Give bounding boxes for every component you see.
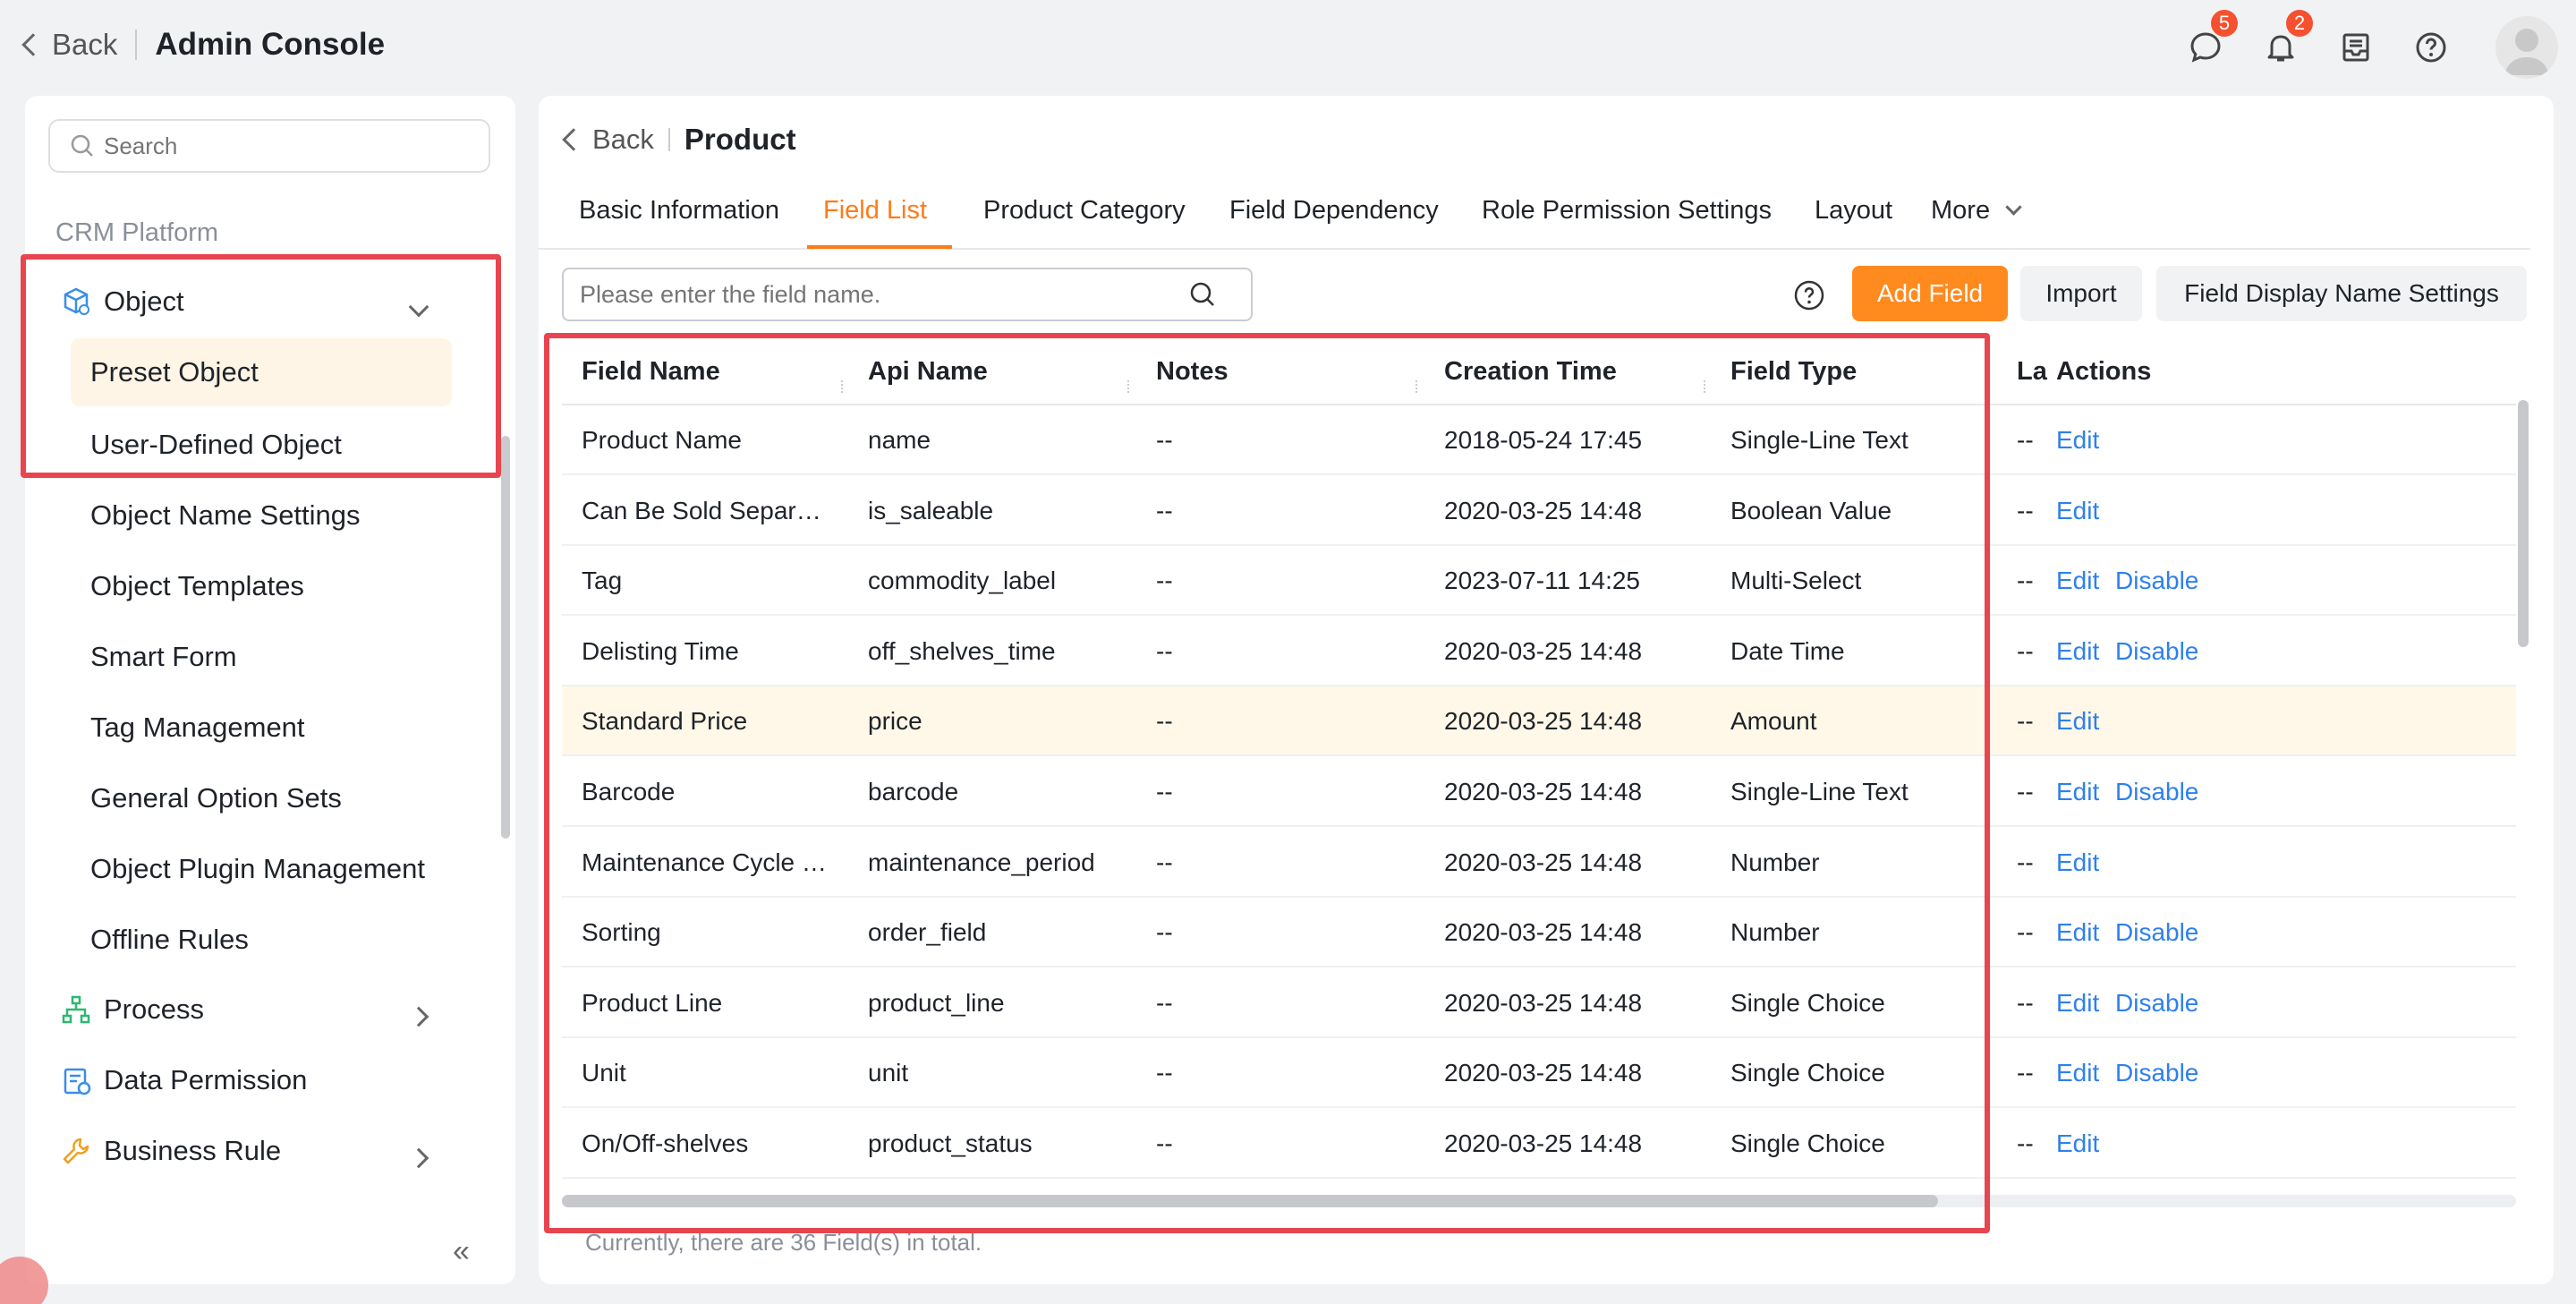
inbox-button[interactable] <box>2336 28 2376 67</box>
edit-link[interactable]: Edit <box>2056 567 2099 595</box>
cell-la: -- <box>2017 1059 2034 1087</box>
sidebar-item-object-templates[interactable]: Object Templates <box>90 570 304 602</box>
tab-bar: Basic Information Field List Product Cat… <box>539 180 2530 250</box>
section-label: CRM Platform <box>55 218 219 247</box>
sidebar-item-process[interactable]: Process <box>61 993 490 1027</box>
tab-basic-information[interactable]: Basic Information <box>579 196 779 226</box>
app-title: Admin Console <box>155 27 386 62</box>
sidebar-item-object-name-settings[interactable]: Object Name Settings <box>90 499 361 532</box>
header-back-label: Back <box>52 28 118 61</box>
cell-la: -- <box>2017 1129 2034 1157</box>
import-button[interactable]: Import <box>2020 266 2142 321</box>
disable-link[interactable]: Disable <box>2115 1059 2198 1087</box>
sidebar-item-label: Process <box>104 993 204 1025</box>
cell-la: -- <box>2017 426 2034 454</box>
sidebar-item-label: Data Permission <box>104 1064 308 1095</box>
header-icons: 5 2 <box>2186 10 2576 79</box>
notification-button[interactable]: 2 <box>2261 10 2313 67</box>
process-icon <box>62 995 90 1024</box>
column-header-la[interactable]: La <box>2017 357 2047 387</box>
disable-link[interactable]: Disable <box>2115 918 2198 947</box>
edit-link[interactable]: Edit <box>2056 1129 2099 1158</box>
edit-link[interactable]: Edit <box>2056 637 2099 666</box>
sidebar-item-general-option-sets[interactable]: General Option Sets <box>90 782 342 814</box>
disable-link[interactable]: Disable <box>2115 989 2198 1018</box>
header-back-link[interactable]: Back Admin Console <box>21 27 386 63</box>
tab-field-list[interactable]: Field List <box>823 196 927 226</box>
sidebar-item-smart-form[interactable]: Smart Form <box>90 641 237 673</box>
sidebar-search[interactable] <box>48 119 490 173</box>
tab-field-dependency[interactable]: Field Dependency <box>1229 196 1439 226</box>
annotation-box-table <box>544 333 1990 1233</box>
field-search[interactable] <box>562 268 1253 321</box>
field-search-input[interactable] <box>580 280 1188 309</box>
cell-la: -- <box>2017 848 2034 876</box>
disable-link[interactable]: Disable <box>2115 778 2198 806</box>
search-icon[interactable] <box>1188 280 1217 309</box>
chevron-down-icon <box>2005 199 2022 216</box>
disable-link[interactable]: Disable <box>2115 567 2198 595</box>
sidebar-item-object-plugin-management[interactable]: Object Plugin Management <box>90 853 425 885</box>
tab-more-label: More <box>1931 196 1991 225</box>
cell-la: -- <box>2017 918 2034 947</box>
business-rule-icon <box>63 1138 89 1164</box>
search-icon <box>71 134 93 157</box>
tab-more[interactable]: More <box>1931 196 2022 226</box>
notification-count-badge: 2 <box>2286 10 2313 37</box>
chevron-left-icon <box>21 33 45 56</box>
chevron-left-icon <box>562 128 585 151</box>
page-title: Product <box>684 123 796 156</box>
cell-la: -- <box>2017 636 2034 665</box>
collapse-icon[interactable]: « <box>453 1234 470 1269</box>
active-tab-indicator <box>807 245 952 249</box>
chevron-right-icon <box>408 999 429 1031</box>
edit-link[interactable]: Edit <box>2056 848 2099 877</box>
avatar[interactable] <box>2495 16 2558 79</box>
edit-link[interactable]: Edit <box>2056 778 2099 806</box>
sidebar-item-data-permission[interactable]: Data Permission <box>61 1064 490 1096</box>
data-permission-icon <box>64 1068 91 1095</box>
column-header-actions: Actions <box>2056 357 2152 386</box>
help-button[interactable] <box>2411 28 2451 67</box>
breadcrumb: Back Product <box>562 123 796 157</box>
cell-la: -- <box>2017 567 2034 595</box>
edit-link[interactable]: Edit <box>2056 497 2099 525</box>
inbox-icon <box>2342 33 2369 62</box>
message-count-badge: 5 <box>2211 10 2238 37</box>
user-avatar-icon <box>2504 29 2549 75</box>
sidebar-item-offline-rules[interactable]: Offline Rules <box>90 924 249 956</box>
annotation-box-sidebar <box>21 254 501 478</box>
breadcrumb-divider <box>667 128 670 151</box>
help-icon <box>2416 32 2446 63</box>
sidebar-item-tag-management[interactable]: Tag Management <box>90 712 305 744</box>
breadcrumb-back-link[interactable]: Back <box>592 124 654 156</box>
sidebar-scrollbar[interactable] <box>501 436 510 839</box>
edit-link[interactable]: Edit <box>2056 1059 2099 1087</box>
top-bar: Back Admin Console 5 2 <box>0 0 2576 93</box>
message-button[interactable]: 5 <box>2186 10 2238 67</box>
sidebar-search-input[interactable] <box>104 132 462 160</box>
tab-product-category[interactable]: Product Category <box>983 196 1186 226</box>
table-vertical-scrollbar[interactable] <box>2518 400 2529 647</box>
field-display-name-settings-button[interactable]: Field Display Name Settings <box>2156 266 2527 321</box>
tab-role-permission-settings[interactable]: Role Permission Settings <box>1482 196 1772 226</box>
cell-la: -- <box>2017 707 2034 736</box>
edit-link[interactable]: Edit <box>2056 426 2099 455</box>
edit-link[interactable]: Edit <box>2056 707 2099 736</box>
chevron-right-icon <box>408 1140 429 1172</box>
tab-layout[interactable]: Layout <box>1815 196 1892 226</box>
cell-la: -- <box>2017 496 2034 524</box>
cell-la: -- <box>2017 778 2034 805</box>
disable-link[interactable]: Disable <box>2115 637 2198 666</box>
sidebar-item-label: Business Rule <box>104 1135 282 1166</box>
add-field-button[interactable]: Add Field <box>1852 266 2008 321</box>
sidebar-item-business-rule[interactable]: Business Rule <box>61 1135 490 1169</box>
edit-link[interactable]: Edit <box>2056 918 2099 947</box>
help-icon[interactable] <box>1793 279 1825 316</box>
header-divider <box>135 30 138 60</box>
cell-la: -- <box>2017 988 2034 1017</box>
edit-link[interactable]: Edit <box>2056 989 2099 1018</box>
